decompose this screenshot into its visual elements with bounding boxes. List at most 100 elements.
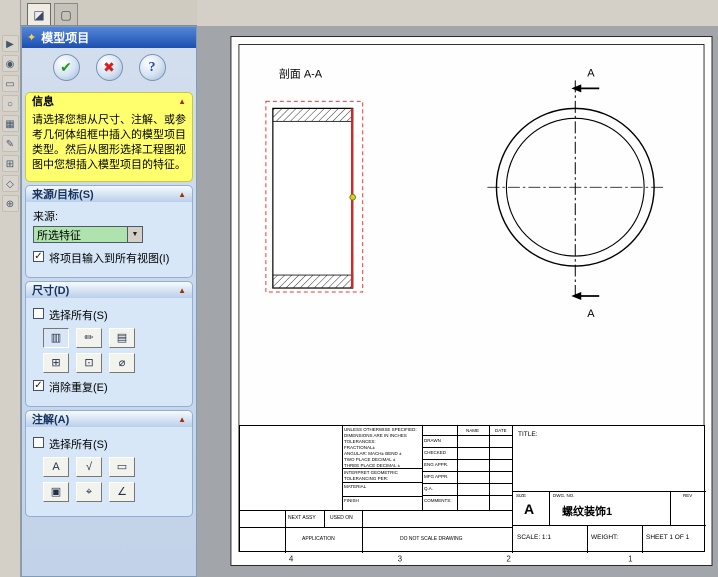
ellipse-tool-icon[interactable]: ○ — [1, 95, 19, 112]
dwg-no-value: 螺纹装饰1 — [562, 506, 613, 518]
geometric-tolerance-icon[interactable]: ▭ — [109, 457, 135, 477]
insert-tool-icon[interactable]: ⊕ — [1, 195, 19, 212]
dimensions-select-all-checkbox[interactable]: 选择所有(S) — [33, 307, 185, 323]
dimensions-body: 选择所有(S) ▥ ✏ ▤ ⊞ ⊡ ⌀ ✓ 消除重复(E) — [25, 298, 193, 407]
hatch-top-wall[interactable] — [272, 107, 354, 122]
source-target-section-header[interactable]: 来源/目标(S) ▲ — [25, 185, 193, 202]
marked-for-drawing-icon[interactable]: ▥ — [43, 328, 69, 348]
property-manager-panel: ✦ 模型项目 ✔ ✖ ? 信息 ▲ 请选择您想从尺寸、注解、或参考几何体组框中插… — [21, 26, 197, 577]
notes-icon[interactable]: A — [43, 457, 69, 477]
section-outline[interactable] — [272, 107, 354, 289]
circle-tool-icon[interactable]: ◉ — [1, 55, 19, 72]
material-label: MATERIAL — [344, 484, 367, 489]
section-view[interactable] — [265, 100, 364, 293]
grid-tool-icon[interactable]: ▦ — [1, 115, 19, 132]
source-label: 来源: — [33, 211, 59, 223]
zone-number: 1 — [628, 555, 633, 564]
checkbox-unchecked-icon — [33, 437, 44, 448]
annotations-select-all-label: 选择所有(S) — [49, 439, 108, 451]
diamond-tool-icon[interactable]: ◇ — [1, 175, 19, 192]
panel-tabstrip: ◪ ▢ — [21, 0, 197, 26]
approval-row-label: CHECKED — [424, 450, 447, 455]
application-label: APPLICATION — [302, 536, 335, 542]
hatch-bottom-wall[interactable] — [272, 274, 354, 289]
dimensions-section-title: 尺寸(D) — [32, 285, 70, 297]
info-section-header[interactable]: 信息 ▲ — [25, 92, 193, 109]
size-label: SIZE — [516, 493, 527, 498]
datum-icon[interactable]: ▣ — [43, 482, 69, 502]
ok-button[interactable]: ✔ — [52, 54, 80, 81]
source-target-section-title: 来源/目标(S) — [32, 189, 94, 201]
weight-value: WEIGHT: — [591, 534, 619, 541]
collapse-arrow-icon: ▲ — [178, 414, 186, 424]
import-to-all-views-label: 将项目输入到所有视图(I) — [49, 253, 170, 265]
tolerance-dimension-icon[interactable]: ⊞ — [43, 353, 69, 373]
eliminate-duplicates-checkbox[interactable]: ✓ 消除重复(E) — [33, 379, 185, 395]
source-dropdown[interactable]: 所选特征 ▼ — [33, 226, 143, 243]
zone-number: 4 — [289, 555, 294, 564]
model-items-icon: ✦ — [27, 32, 37, 44]
weld-symbol-icon[interactable]: ∠ — [109, 482, 135, 502]
approval-row-label: COMMENTS: — [424, 498, 452, 503]
reference-dimensions-icon[interactable]: ✏ — [76, 328, 102, 348]
import-to-all-views-checkbox[interactable]: ✓ 将项目输入到所有视图(I) — [33, 250, 185, 266]
sketch-tool-icon[interactable]: ✎ — [1, 135, 19, 152]
rectangle-tool-icon[interactable]: ▭ — [1, 75, 19, 92]
section-marker-bottom: A — [587, 308, 595, 320]
collapse-arrow-icon: ▲ — [178, 96, 186, 106]
eliminate-duplicates-label: 消除重复(E) — [49, 382, 108, 394]
used-on-label: USED ON — [330, 515, 353, 521]
help-button[interactable]: ? — [138, 54, 166, 81]
checkbox-unchecked-icon — [33, 308, 44, 319]
source-target-body: 来源: 所选特征 ▼ ✓ 将项目输入到所有视图(I) — [25, 202, 193, 278]
approval-row-label: Q.A. — [424, 486, 434, 491]
approval-row-label: DRAWN — [424, 438, 441, 443]
edge-handle[interactable] — [349, 193, 356, 201]
spec-note: THREE PLACE DECIMAL ± — [344, 463, 401, 468]
interpret-note: TOLERANCING PER: — [344, 476, 389, 481]
annotations-section-header[interactable]: 注解(A) ▲ — [25, 410, 193, 427]
panel-title: 模型项目 — [41, 31, 90, 45]
annotations-icon-grid: A √ ▭ ▣ ⌖ ∠ — [43, 457, 185, 502]
surface-finish-icon[interactable]: √ — [76, 457, 102, 477]
title-label: TITLE: — [518, 431, 538, 438]
source-dropdown-value: 所选特征 — [37, 229, 81, 242]
dropdown-arrow-icon[interactable]: ▼ — [127, 227, 142, 242]
section-view-label: 剖面 A-A — [279, 66, 323, 80]
do-not-scale-label: DO NOT SCALE DRAWING — [400, 536, 463, 542]
cancel-button[interactable]: ✖ — [95, 54, 123, 81]
dimensions-section-header[interactable]: 尺寸(D) ▲ — [25, 281, 193, 298]
dimensions-select-all-label: 选择所有(S) — [49, 310, 108, 322]
hole-callout-icon[interactable]: ⌀ — [109, 353, 135, 373]
zone-number: 2 — [506, 555, 511, 564]
info-message: 请选择您想从尺寸、注解、或参考几何体组框中插入的模型项目类型。然后从图形选择工程… — [25, 109, 193, 182]
info-section-title: 信息 — [32, 96, 54, 108]
approval-row-label: MFG APPR. — [424, 474, 449, 479]
rev-label: REV — [683, 493, 693, 498]
document-tab-icon: ▢ — [60, 7, 72, 22]
annotations-select-all-checkbox[interactable]: 选择所有(S) — [33, 436, 185, 452]
panel-titlebar: ✦ 模型项目 — [22, 27, 196, 48]
approval-row-label: ENG APPR. — [424, 462, 449, 467]
name-header: NAME — [466, 428, 480, 433]
drawing-viewport[interactable]: 4 3 2 1 剖面 A-A A A UNLESS OTHERWISE SPEC… — [197, 26, 718, 577]
checkbox-checked-icon: ✓ — [33, 380, 44, 391]
annotations-body: 选择所有(S) A √ ▭ ▣ ⌖ ∠ — [25, 427, 193, 517]
select-tool-icon[interactable]: ▶ — [1, 35, 19, 52]
dimensions-icon-grid: ▥ ✏ ▤ ⊞ ⊡ ⌀ — [43, 328, 185, 373]
document-tab[interactable]: ▢ — [54, 3, 78, 25]
sheet-value: SHEET 1 OF 1 — [646, 534, 690, 541]
date-header: DATE — [495, 428, 507, 433]
property-manager-tab[interactable]: ◪ — [27, 3, 51, 25]
instance-count-icon[interactable]: ▤ — [109, 328, 135, 348]
left-toolbar: ▶ ◉ ▭ ○ ▦ ✎ ⊞ ◇ ⊕ — [0, 0, 21, 577]
section-marker-top: A — [587, 67, 595, 79]
checkbox-checked-icon: ✓ — [33, 251, 44, 262]
scale-value: SCALE: 1:1 — [517, 534, 551, 541]
annotations-section-title: 注解(A) — [32, 414, 70, 426]
property-manager-tab-icon: ◪ — [33, 7, 45, 22]
datum-target-icon[interactable]: ⌖ — [76, 482, 102, 502]
table-tool-icon[interactable]: ⊞ — [1, 155, 19, 172]
hole-wizard-profile-icon[interactable]: ⊡ — [76, 353, 102, 373]
finish-label: FINISH — [344, 498, 359, 503]
